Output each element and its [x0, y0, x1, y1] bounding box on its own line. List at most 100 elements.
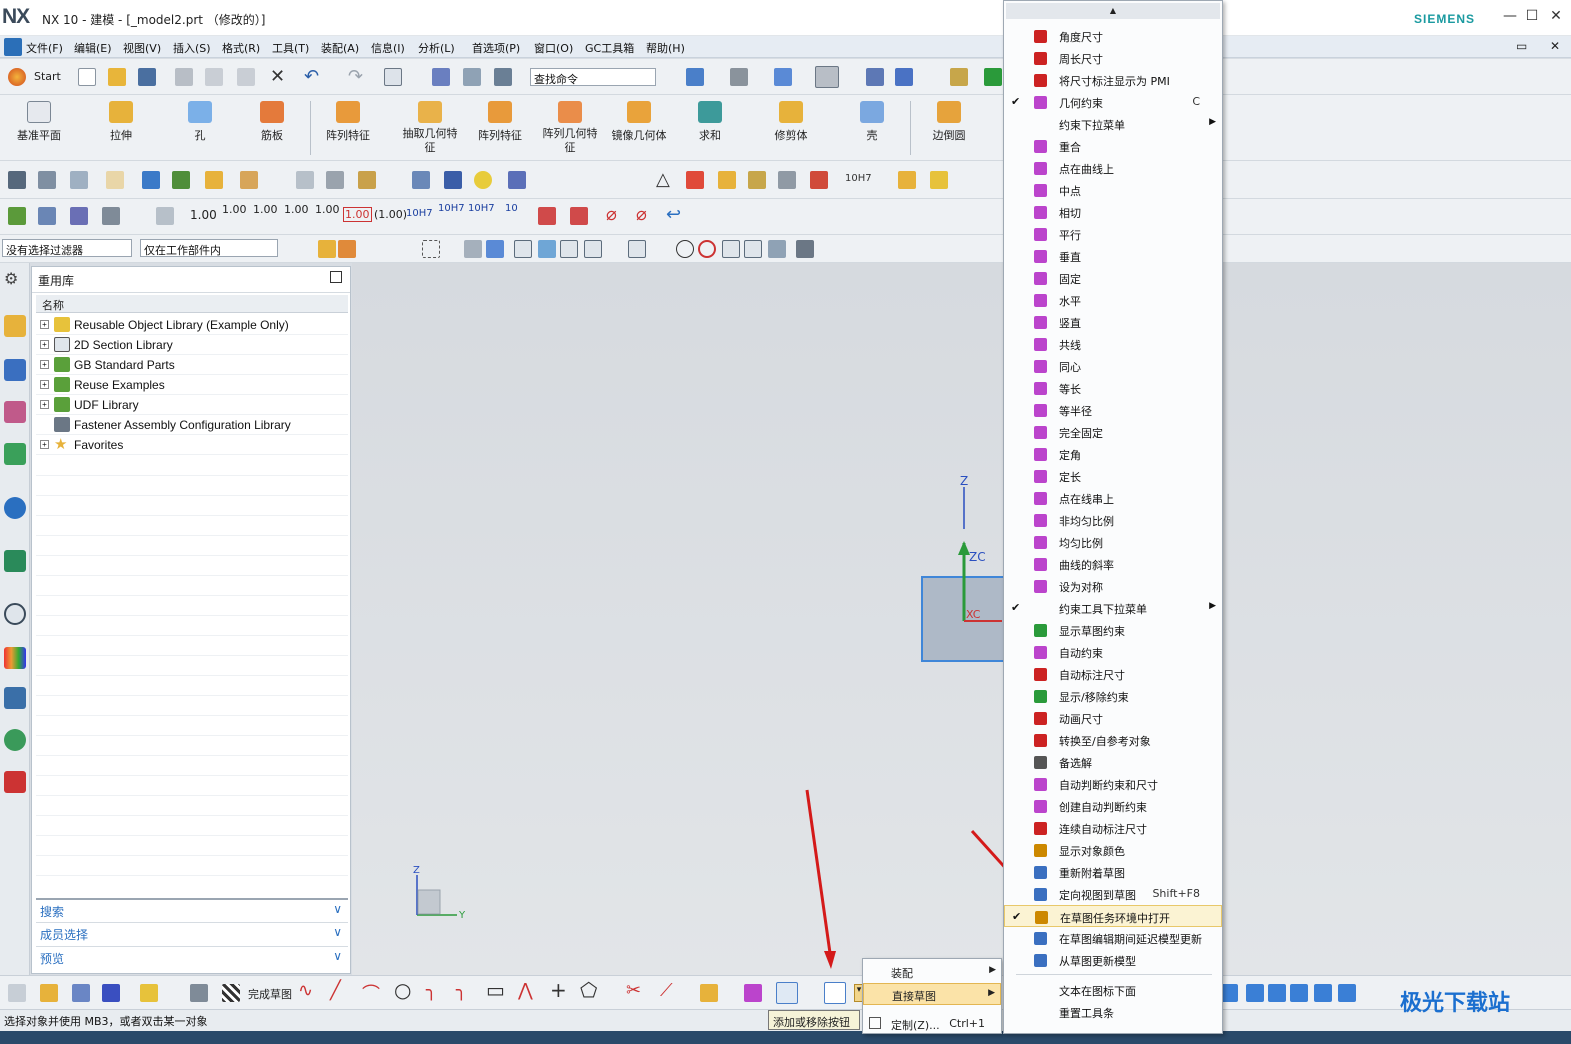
sketch-tool-icon[interactable] [8, 984, 26, 1002]
select-feature-icon[interactable] [464, 240, 482, 258]
shaded-icon[interactable] [774, 68, 792, 86]
diameter-icon[interactable]: ⌀ [606, 204, 617, 225]
assembly-add-icon[interactable] [40, 984, 58, 1002]
snap-line-icon[interactable] [560, 240, 578, 258]
menu-item[interactable]: 固定 [1004, 267, 1222, 289]
cut-icon[interactable] [175, 68, 193, 86]
layer-icon[interactable] [463, 68, 481, 86]
menu-item[interactable]: 相切 [1004, 201, 1222, 223]
menu-item[interactable]: 自动标注尺寸 [1004, 663, 1222, 685]
menu-item[interactable]: 显示对象颜色 [1004, 839, 1222, 861]
menu-item[interactable]: 竖直 [1004, 311, 1222, 333]
menu-item-direct-sketch[interactable]: 直接草图 ▶ [863, 983, 1001, 1005]
box-select-icon[interactable] [422, 240, 440, 258]
menu-item[interactable]: 完全固定 [1004, 421, 1222, 443]
extrude-button[interactable]: 拉伸 [96, 101, 146, 143]
edge-blend-button[interactable]: 边倒圆 [924, 101, 974, 143]
menu-item[interactable]: 重新附着草图 [1004, 861, 1222, 883]
history-icon[interactable] [4, 603, 26, 625]
constraint-navigator-icon[interactable] [4, 359, 26, 381]
sketch-plane-icon[interactable] [190, 984, 208, 1002]
preview-section[interactable]: 预览 ∨ [36, 946, 348, 968]
menu-item[interactable]: 显示/移除约束 [1004, 685, 1222, 707]
menu-item[interactable]: 动画尺寸 [1004, 707, 1222, 729]
open-in-task-icon[interactable] [824, 982, 846, 1004]
dim-value[interactable]: 1.00 [222, 203, 247, 216]
menu-edit[interactable]: 编辑(E) [74, 40, 112, 56]
check-2-icon[interactable] [38, 207, 56, 225]
make-corner-icon[interactable] [700, 984, 718, 1002]
shirt-icon[interactable] [1268, 984, 1286, 1002]
tree-item[interactable]: + ★ Favorites [36, 435, 348, 455]
menu-item[interactable]: 共线 [1004, 333, 1222, 355]
tolerance-value[interactable]: 10 [505, 203, 518, 214]
new-icon[interactable] [78, 68, 96, 86]
finish-sketch-button[interactable]: 完成草图 [248, 986, 292, 1002]
redo-icon[interactable]: ↷ [348, 66, 363, 87]
snap-face-icon[interactable] [768, 240, 786, 258]
return-icon[interactable]: ↩ [666, 204, 681, 225]
menu-view[interactable]: 视图(V) [123, 40, 161, 56]
analysis-icon[interactable] [950, 68, 968, 86]
app-menu-icon[interactable] [4, 38, 22, 56]
radius-2-icon[interactable] [570, 207, 588, 225]
menu-item[interactable]: 从草图更新模型 [1004, 949, 1222, 971]
perpendicular-constraint-icon[interactable] [776, 982, 798, 1004]
menu-item[interactable]: 文本在图标下面 [1004, 979, 1222, 1001]
menu-preferences[interactable]: 首选项(P) [472, 40, 520, 56]
snap-center-icon[interactable] [676, 240, 694, 258]
text-icon[interactable] [240, 171, 258, 189]
expand-icon[interactable]: + [40, 360, 49, 369]
arc-icon[interactable]: ⌒ [362, 980, 380, 1006]
pen-icon[interactable] [444, 171, 462, 189]
polygon-icon[interactable]: ⋀ [518, 980, 533, 1001]
assembly-icon[interactable] [898, 171, 916, 189]
menu-item-customize[interactable]: 定制(Z)... Ctrl+1 [863, 1013, 1001, 1035]
fillet-icon[interactable]: ╮ [426, 980, 437, 1001]
menu-item[interactable]: 自动约束 [1004, 641, 1222, 663]
surface-icon[interactable] [326, 171, 344, 189]
tolerance-value[interactable]: 10H7 [468, 203, 495, 214]
sketch-icon[interactable] [8, 171, 26, 189]
find-command-input[interactable]: 查找命令 [530, 68, 656, 86]
menu-assembly[interactable]: 装配(A) [321, 40, 359, 56]
close-doc-icon[interactable]: ✕ [1550, 39, 1560, 53]
diameter-2-icon[interactable]: ⌀ [636, 204, 647, 225]
menu-item[interactable]: 等长 [1004, 377, 1222, 399]
open-icon[interactable] [108, 68, 126, 86]
note-icon[interactable] [778, 171, 796, 189]
menu-item[interactable]: 非均匀比例 [1004, 509, 1222, 531]
info-icon[interactable] [4, 497, 26, 519]
search-section[interactable]: 搜索 ∨ [36, 898, 348, 920]
menu-format[interactable]: 格式(R) [222, 40, 260, 56]
system-scene-icon[interactable] [4, 771, 26, 793]
snap-2-icon[interactable] [338, 240, 356, 258]
radius-icon[interactable] [538, 207, 556, 225]
assembly-navigator-icon[interactable] [4, 315, 26, 337]
menu-item[interactable]: 连续自动标注尺寸 [1004, 817, 1222, 839]
maximize-icon[interactable]: ☐ [1522, 8, 1542, 24]
align-icon[interactable] [172, 171, 190, 189]
menu-item[interactable]: 设为对称 [1004, 575, 1222, 597]
extend-icon[interactable]: ⟋ [660, 980, 673, 1001]
tree-item[interactable]: + GB Standard Parts [36, 355, 348, 375]
replace-icon[interactable] [205, 171, 223, 189]
move-component-icon[interactable] [72, 984, 90, 1002]
geometric-constraint-icon[interactable] [744, 984, 762, 1002]
column-header-name[interactable]: 名称 [36, 295, 348, 313]
apps-icon[interactable] [1314, 984, 1332, 1002]
close-icon[interactable]: ✕ [1546, 8, 1566, 24]
tree-item[interactable]: + UDF Library [36, 395, 348, 415]
grid-icon[interactable] [718, 171, 736, 189]
tree-item[interactable]: + Reusable Object Library (Example Only) [36, 315, 348, 335]
part-navigator-icon[interactable] [4, 401, 26, 423]
gamepad-icon[interactable] [1290, 984, 1308, 1002]
copy-icon[interactable] [205, 68, 223, 86]
restore-icon[interactable]: ▭ [1516, 39, 1527, 53]
select-icon[interactable] [432, 68, 450, 86]
menu-gc-toolbox[interactable]: GC工具箱 [585, 40, 634, 56]
menu-item[interactable]: 重合 [1004, 135, 1222, 157]
tree-item[interactable]: + Reuse Examples [36, 375, 348, 395]
menu-item[interactable]: 点在曲线上 [1004, 157, 1222, 179]
menu-item[interactable]: ✔ 几何约束 C [1004, 91, 1222, 113]
